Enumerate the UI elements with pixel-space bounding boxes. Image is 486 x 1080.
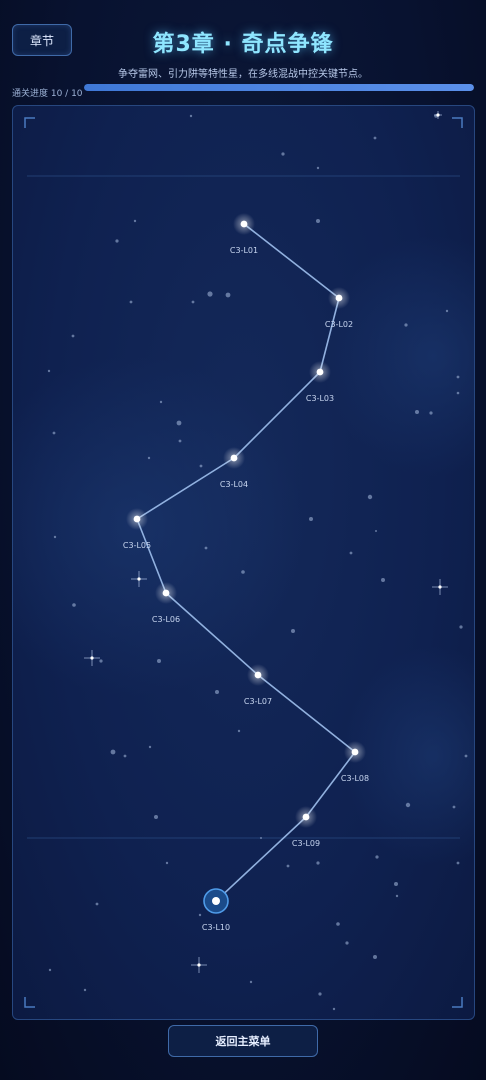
background-star [367,494,373,500]
background-star [456,861,460,865]
background-star [349,551,353,555]
background-star [71,334,75,338]
background-star [249,980,253,984]
background-star [381,578,385,582]
level-node-c3-l10[interactable]: C3-L10 [202,888,230,932]
background-star [373,136,377,140]
background-star [281,152,285,156]
background-star [336,922,340,926]
background-star [286,864,290,868]
background-star [147,456,151,460]
background-star [47,369,51,373]
background-star [207,291,213,297]
chapter-subtitle: 争夺雷网、引力阱等特性星，在多线混战中控关键节点。 [118,69,368,80]
background-star [452,805,456,809]
background-star [375,855,379,859]
level-map-panel: C3-L01 C3-L02 C3-L03 C3-L04 C3-L05 C3-L06 C3-L… [12,105,475,1020]
sparkle-star-icon [432,579,448,595]
background-star [316,166,320,170]
background-star [405,802,411,808]
background-star [375,530,377,532]
level-label: C3-L09 [292,839,320,848]
background-star [157,659,161,663]
background-star [316,219,320,223]
background-star [110,749,116,755]
back-to-main-menu-button[interactable]: 返回主菜单 [168,1025,318,1057]
background-star [133,219,137,223]
background-star [456,391,460,395]
level-path-segment [257,674,356,753]
background-star [178,439,182,443]
background-star [53,535,57,539]
level-label: C3-L05 [123,541,151,550]
background-star [332,1007,336,1011]
background-star [83,988,87,992]
background-star [345,941,349,945]
background-star [176,420,182,426]
background-star [204,546,208,550]
background-star [199,464,203,468]
sparkle-star-icon [434,111,442,119]
corner-bracket-icon [452,997,463,1008]
background-star [154,815,158,819]
level-node-c3-l07[interactable]: C3-L07 [244,664,272,706]
background-star [95,902,99,906]
background-star [237,729,241,733]
background-star [429,411,433,415]
background-star [395,894,399,898]
background-star [456,375,460,379]
progress-label: 通关进度 10 / 10 [12,89,83,99]
nebula-cloud [13,356,303,696]
level-label: C3-L01 [230,246,258,255]
background-star [225,292,231,298]
background-star [215,690,219,694]
corner-bracket-icon [24,997,35,1008]
background-star [72,603,76,607]
corner-bracket-icon [452,117,463,128]
background-star [99,659,103,663]
level-label: C3-L07 [244,697,272,706]
level-path-segment [243,223,340,299]
level-label: C3-L02 [325,320,353,329]
background-star [459,625,463,629]
progress-bar [84,84,474,91]
background-star [404,323,408,327]
chapter-title: 第3章 · 奇点争锋 [152,32,334,57]
background-star [48,968,52,972]
background-star [445,309,449,313]
background-star [189,114,193,118]
corner-bracket-icon [24,117,35,128]
level-label: C3-L08 [341,774,369,783]
background-star [316,861,320,865]
background-star [415,410,419,414]
background-star [165,861,169,865]
level-map: C3-L01 C3-L02 C3-L03 C3-L04 C3-L05 C3-L06 C3-L… [13,111,474,1011]
level-label: C3-L06 [152,615,180,624]
background-star [373,955,377,959]
background-star [198,913,202,917]
background-star [159,400,163,404]
background-star [129,300,133,304]
background-star [123,754,127,758]
background-star [318,992,322,996]
level-label: C3-L03 [306,394,334,403]
level-label: C3-L10 [202,923,230,932]
background-star [464,754,468,758]
nebula-cloud [323,236,474,476]
background-star [394,882,398,886]
background-star [309,517,313,521]
background-star [291,629,295,633]
background-star [191,300,195,304]
background-star [148,745,152,749]
level-label: C3-L04 [220,480,248,489]
background-star [260,837,262,839]
level-node-c3-l01[interactable]: C3-L01 [230,213,258,255]
background-star [52,431,56,435]
level-path-segment [215,816,307,902]
sparkle-star-icon [191,957,207,973]
progress-bar-fill [84,84,474,91]
background-star [115,239,119,243]
background-star [241,570,245,574]
